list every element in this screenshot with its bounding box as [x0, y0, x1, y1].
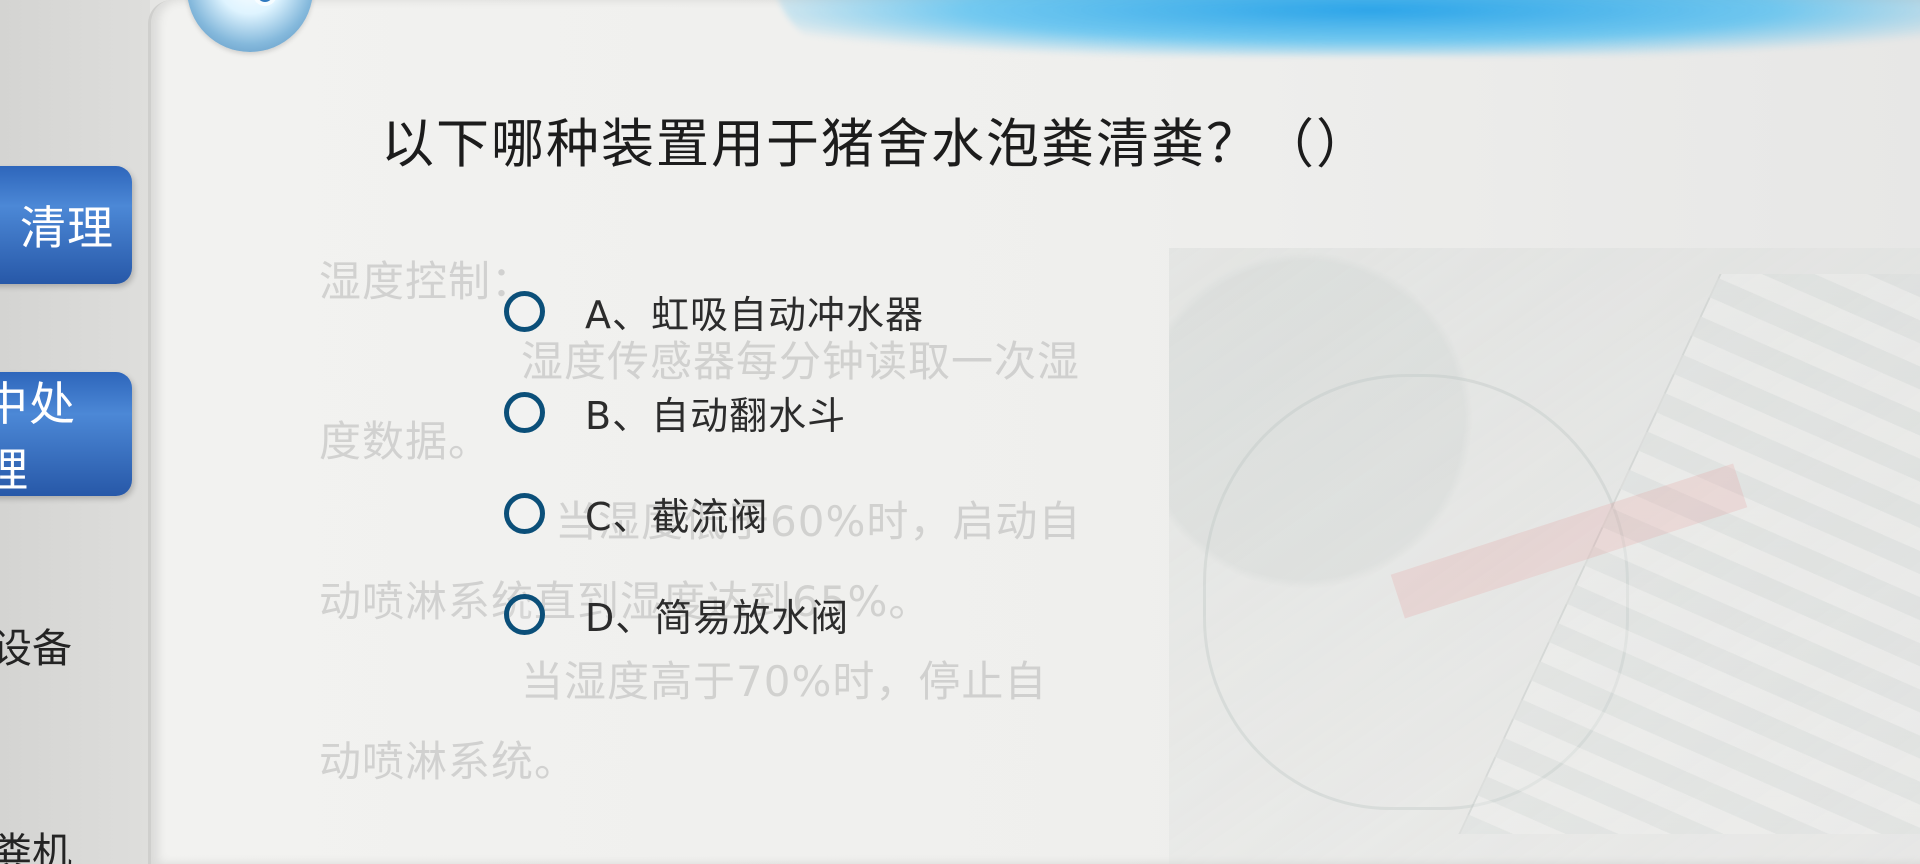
quiz-screen: 清理 中处理 设备 粪机 湿度控制： 湿度传感器每分钟读取一次湿 度数据。 当湿… — [0, 0, 1920, 864]
question-title: 以下哪种装置用于猪舍水泡粪清粪？（） — [381, 114, 1371, 175]
sidebar-item-label: 中处理 — [0, 377, 76, 496]
faded-pig-house-illustration — [1169, 248, 1920, 864]
answer-option-a[interactable]: A、虹吸自动冲水器 — [504, 280, 974, 342]
sidebar-item-label: 清理 — [20, 201, 114, 255]
sidebar-item-cleaning[interactable]: 清理 — [0, 166, 132, 284]
question-panel: 湿度控制： 湿度传感器每分钟读取一次湿 度数据。 当湿度低于60%时，启动自 动… — [148, 0, 1920, 864]
top-glow-band — [771, 0, 1920, 56]
radio-unselected-icon[interactable] — [504, 290, 545, 332]
sidebar-item-processing[interactable]: 中处理 — [0, 372, 132, 496]
logo-orb-icon — [187, 0, 313, 52]
answer-option-b[interactable]: B、自动翻水斗 — [504, 381, 974, 443]
answer-option-label: B、自动翻水斗 — [585, 393, 847, 438]
answer-option-d[interactable]: D、简易放水阀 — [504, 583, 974, 645]
sidebar-item-label: 设备 — [0, 626, 72, 672]
sidebar: 清理 中处理 设备 粪机 — [0, 0, 150, 864]
answer-option-c[interactable]: C、截流阀 — [504, 482, 974, 544]
answer-option-label: C、截流阀 — [585, 494, 769, 539]
radio-unselected-icon[interactable] — [504, 492, 545, 534]
sidebar-item-manure-machine[interactable]: 粪机 — [0, 820, 72, 864]
answer-option-label: D、简易放水阀 — [585, 595, 850, 640]
radio-unselected-icon[interactable] — [504, 391, 545, 433]
background-text-line: 当湿度高于70%时，停止自 — [521, 657, 1048, 706]
sidebar-item-label: 粪机 — [0, 830, 72, 864]
answer-option-label: A、虹吸自动冲水器 — [585, 292, 924, 337]
background-text-line: 动喷淋系统。 — [319, 737, 578, 786]
sidebar-item-equipment[interactable]: 设备 — [0, 616, 72, 674]
radio-unselected-icon[interactable] — [504, 593, 545, 635]
